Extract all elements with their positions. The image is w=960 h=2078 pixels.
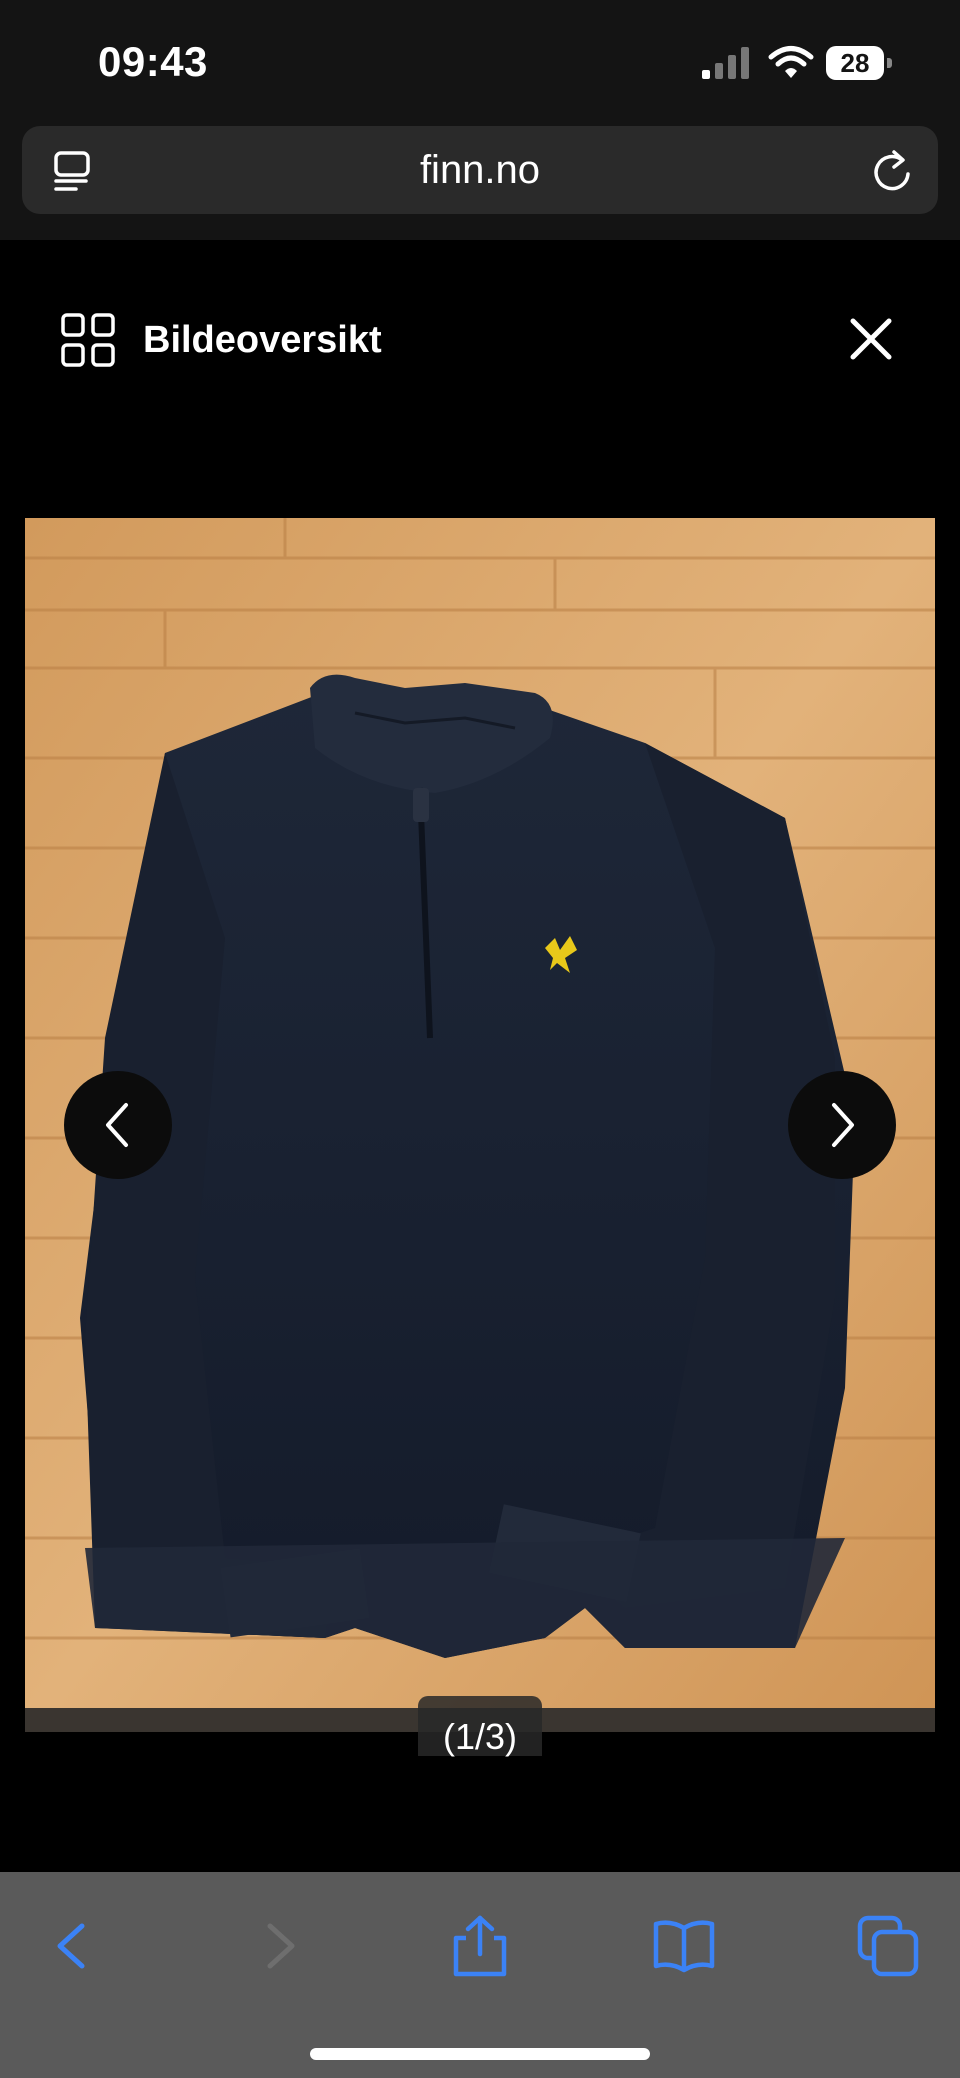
tabs-icon[interactable] xyxy=(856,1914,920,1978)
home-indicator[interactable] xyxy=(310,2048,650,2060)
grid-icon[interactable] xyxy=(60,312,116,368)
url-text[interactable]: finn.no xyxy=(22,126,938,214)
close-icon[interactable] xyxy=(848,316,894,362)
bookmarks-icon[interactable] xyxy=(652,1914,716,1978)
status-bar: 09:43 28 xyxy=(0,0,960,120)
browser-address-area: finn.no xyxy=(0,120,960,240)
chevron-right-icon xyxy=(832,1103,854,1147)
reload-icon[interactable] xyxy=(870,148,914,194)
next-image-button[interactable] xyxy=(788,1071,896,1179)
share-icon[interactable] xyxy=(448,1914,512,1978)
cellular-signal-icon xyxy=(702,47,749,79)
battery-tip xyxy=(887,58,892,68)
image-overview-label[interactable]: Bildeoversikt xyxy=(143,312,382,368)
battery-icon: 28 xyxy=(826,46,894,80)
previous-image-button[interactable] xyxy=(64,1071,172,1179)
back-icon[interactable] xyxy=(40,1914,104,1978)
wifi-icon xyxy=(768,46,814,78)
status-time: 09:43 xyxy=(98,38,208,85)
address-bar[interactable]: finn.no xyxy=(22,126,938,214)
chevron-left-icon xyxy=(106,1103,128,1147)
battery-level: 28 xyxy=(826,46,884,80)
forward-icon[interactable] xyxy=(248,1914,312,1978)
image-counter: (1/3) xyxy=(442,1716,518,1757)
